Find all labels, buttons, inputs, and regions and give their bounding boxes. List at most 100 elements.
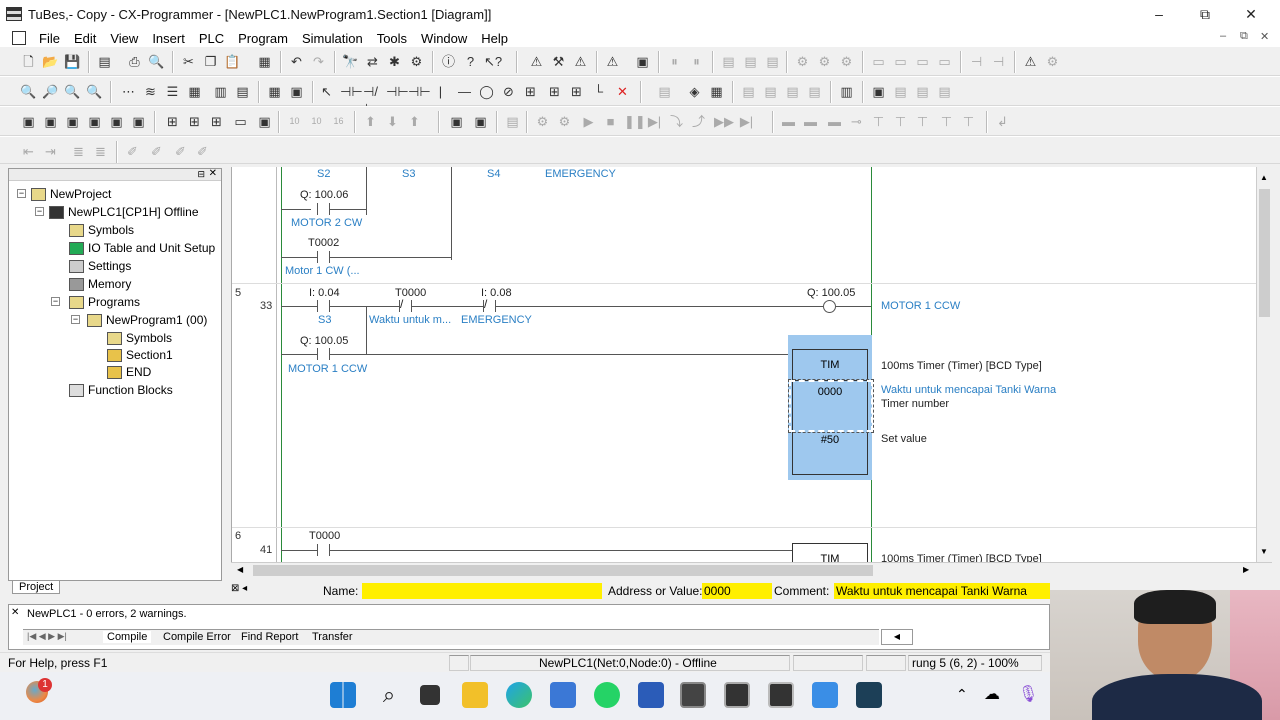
- sim-io-icon[interactable]: ▤: [504, 113, 521, 130]
- trace-3-icon[interactable]: ⊤: [914, 113, 931, 130]
- show-comments-icon[interactable]: ▦: [186, 83, 203, 100]
- list-icon[interactable]: ≣: [70, 143, 87, 160]
- tool-b-icon[interactable]: ✐: [148, 143, 165, 160]
- menu-file[interactable]: File: [32, 31, 67, 46]
- menu-plc[interactable]: PLC: [192, 31, 231, 46]
- time-chart-icon[interactable]: ▤: [784, 83, 801, 100]
- app-icon-3[interactable]: [812, 682, 838, 708]
- sim-pause-icon-2[interactable]: ❚❚: [624, 113, 646, 130]
- new-or-closed-icon[interactable]: ⊣⊢: [408, 83, 431, 100]
- mode-debug-icon[interactable]: ⚙: [816, 53, 833, 70]
- sim-step-out-icon[interactable]: ⤴: [690, 113, 707, 130]
- delete-icon[interactable]: ✕: [614, 83, 631, 100]
- select-mode-icon[interactable]: ↖: [318, 83, 335, 100]
- st-icon[interactable]: ⊞: [208, 113, 225, 130]
- scroll-left-icon[interactable]: ◀: [237, 565, 243, 574]
- list-2-icon[interactable]: ≣: [92, 143, 109, 160]
- hscroll-thumb[interactable]: [253, 565, 873, 576]
- mdi-restore-icon[interactable]: ⧉: [1240, 30, 1248, 43]
- timer-number-operand[interactable]: 0000: [793, 386, 867, 398]
- mnemonic-view-icon[interactable]: ▤: [234, 83, 251, 100]
- upload-icon[interactable]: ⬆: [362, 113, 379, 130]
- memory-card-icon[interactable]: ▤: [806, 83, 823, 100]
- tray-chevron-icon[interactable]: ⌃: [956, 686, 968, 703]
- task-view-icon[interactable]: [420, 685, 440, 705]
- simulator-settings-icon[interactable]: ▣: [472, 113, 489, 130]
- sim-step-icon[interactable]: ▶|: [646, 113, 663, 130]
- break-clear-icon[interactable]: ▬: [826, 113, 843, 130]
- collapse-icon[interactable]: −: [51, 297, 60, 306]
- plc-info-icon[interactable]: ⚠: [1022, 53, 1039, 70]
- st-view-icon[interactable]: ▦: [266, 83, 283, 100]
- monitor-2-icon[interactable]: ▭: [914, 53, 931, 70]
- print-icon[interactable]: ⎙: [126, 53, 143, 70]
- cross-reference-icon[interactable]: ✱: [386, 53, 403, 70]
- tree-item-settings[interactable]: Settings: [69, 257, 131, 275]
- coil-q10005[interactable]: [823, 300, 836, 313]
- vertical-line-icon[interactable]: |: [432, 83, 449, 100]
- scroll-down-icon[interactable]: ▼: [1260, 547, 1268, 556]
- sim-step-in-icon[interactable]: ⤵: [668, 113, 685, 130]
- menu-edit[interactable]: Edit: [67, 31, 103, 46]
- mic-icon[interactable]: 🎙: [1018, 684, 1038, 704]
- word-icon[interactable]: [638, 682, 664, 708]
- tree-item-symbols[interactable]: Symbols: [69, 221, 134, 239]
- watch-window-icon[interactable]: ▣: [870, 83, 887, 100]
- new-pt-contact-icon[interactable]: ⊞: [546, 83, 563, 100]
- properties-icon[interactable]: ▤: [96, 53, 113, 70]
- menu-insert[interactable]: Insert: [145, 31, 192, 46]
- sim-continuous-icon[interactable]: ▶▶: [714, 113, 734, 130]
- collapse-icon[interactable]: −: [35, 207, 44, 216]
- scroll-thumb[interactable]: [1259, 189, 1270, 317]
- break-all-icon[interactable]: ▬: [802, 113, 819, 130]
- contact-i004[interactable]: [317, 300, 318, 312]
- io-comment-icon[interactable]: ▥: [838, 83, 855, 100]
- zoom-in-icon[interactable]: 🔎: [42, 83, 59, 100]
- horizontal-line-icon[interactable]: —: [456, 83, 473, 100]
- zoom-out-icon[interactable]: 🔍: [86, 83, 103, 100]
- simulator-icon[interactable]: ▣: [448, 113, 465, 130]
- open-icon[interactable]: 📂: [42, 53, 59, 70]
- online-edit-send-icon[interactable]: ◈: [686, 83, 703, 100]
- maximize-button[interactable]: ⧉: [1182, 0, 1228, 28]
- store-icon[interactable]: [550, 682, 576, 708]
- cx-programmer-icon[interactable]: [724, 682, 750, 708]
- name-field[interactable]: [362, 583, 602, 599]
- new-fb-call-icon[interactable]: ⊞: [568, 83, 585, 100]
- paste-icon[interactable]: 📋: [224, 53, 241, 70]
- onedrive-icon[interactable]: ☁: [984, 684, 1000, 704]
- symbol-table-icon[interactable]: ▣: [130, 113, 147, 130]
- help-icon[interactable]: ?: [462, 53, 479, 70]
- output-scroll-left-icon[interactable]: ◀: [881, 629, 913, 645]
- file-explorer-icon[interactable]: [462, 682, 488, 708]
- comments-icon[interactable]: ≋: [142, 83, 159, 100]
- sim-run-icon[interactable]: ⏸: [666, 53, 683, 70]
- hex-10b-icon[interactable]: 10: [308, 113, 325, 130]
- paste-special-icon[interactable]: ▦: [256, 53, 273, 70]
- scroll-up-icon[interactable]: ▲: [1260, 173, 1268, 182]
- menu-view[interactable]: View: [103, 31, 145, 46]
- settings-window-icon[interactable]: ▣: [86, 113, 103, 130]
- address-window-icon[interactable]: ▤: [914, 83, 931, 100]
- find-icon[interactable]: 🔭: [342, 53, 359, 70]
- replace-icon[interactable]: ⇄: [364, 53, 381, 70]
- mdi-close-icon[interactable]: ✕: [1260, 30, 1269, 43]
- tool-c-icon[interactable]: ✐: [172, 143, 189, 160]
- menu-help[interactable]: Help: [474, 31, 515, 46]
- compile-icon[interactable]: ⚒: [550, 53, 567, 70]
- minimize-button[interactable]: –: [1136, 0, 1182, 28]
- rung-bookmarks-icon[interactable]: ☰: [164, 83, 181, 100]
- tree-item-plc[interactable]: − NewPLC1[CP1H] Offline: [35, 203, 199, 221]
- sim-scan-icon[interactable]: ▶|: [738, 113, 755, 130]
- new-closed-coil-icon[interactable]: ⊘: [500, 83, 517, 100]
- transfer-to-plc-icon[interactable]: ▤: [720, 53, 737, 70]
- close-button[interactable]: ✕: [1228, 0, 1274, 28]
- trace-5-icon[interactable]: ⊤: [960, 113, 977, 130]
- online-edit-cancel-icon[interactable]: ▦: [708, 83, 725, 100]
- tree-item-newproject[interactable]: − NewProject: [17, 185, 111, 203]
- plc-setup-icon[interactable]: ⚙: [1044, 53, 1061, 70]
- tree-item-memory[interactable]: Memory: [69, 275, 131, 293]
- horizontal-scrollbar[interactable]: ◀ ▶: [231, 562, 1272, 578]
- ladder-view-icon[interactable]: ▥: [212, 83, 229, 100]
- start-icon[interactable]: [330, 682, 356, 708]
